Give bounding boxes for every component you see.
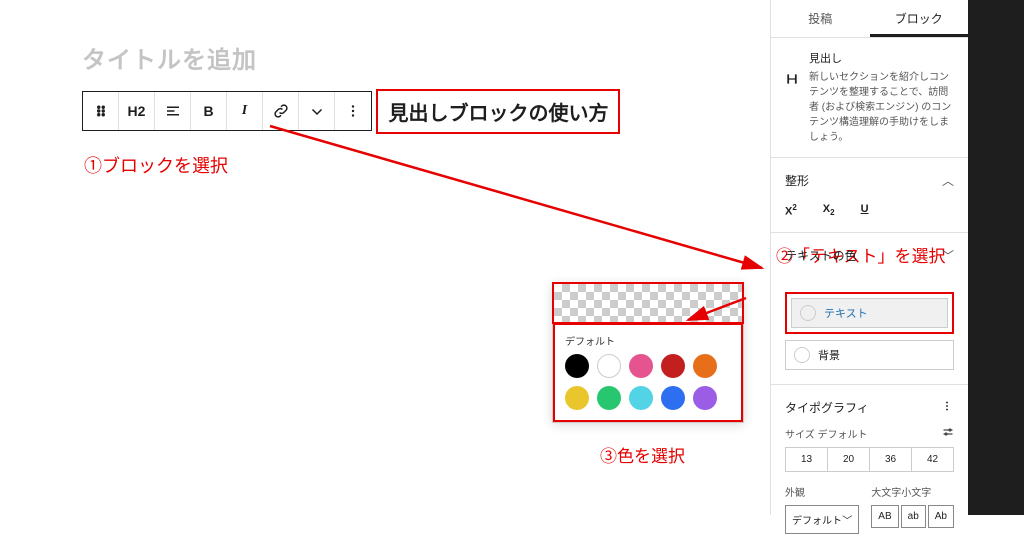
letter-case-option[interactable]: ab [901, 505, 926, 528]
appearance-label: 外観 [785, 484, 859, 499]
panel-text-color: テキストの色 ﹀ テキスト 背景 [771, 233, 968, 385]
panel-typography: タイポグラフィ サイズ デフォルト 13203642 外観 デフォルト ﹀ 大文… [771, 385, 968, 548]
color-option-background[interactable]: 背景 [785, 340, 954, 370]
annotation-1: ①ブロックを選択 [84, 152, 228, 178]
swatch-group-label: デフォルト [565, 333, 731, 348]
letter-case-label: 大文字小文字 [871, 484, 954, 499]
color-preview-transparent[interactable] [552, 282, 744, 324]
annotation-3: ③色を選択 [600, 442, 685, 467]
link-button[interactable] [263, 92, 299, 130]
align-button[interactable] [155, 92, 191, 130]
bold-button[interactable]: B [191, 92, 227, 130]
color-swatch[interactable] [661, 354, 685, 378]
color-swatch[interactable] [629, 354, 653, 378]
font-size-presets: 13203642 [785, 447, 954, 472]
color-option-text[interactable]: テキスト [791, 298, 948, 328]
typography-options-icon[interactable] [940, 399, 954, 416]
subscript-button[interactable]: X2 [823, 203, 835, 218]
color-picker-popover: デフォルト [552, 282, 744, 423]
font-size-option[interactable]: 42 [912, 448, 953, 471]
panel-text-color-header[interactable]: テキストの色 ﹀ [785, 247, 954, 264]
post-title-placeholder[interactable]: タイトルを追加 [82, 40, 770, 75]
color-swatch[interactable] [565, 386, 589, 410]
size-settings-icon[interactable] [942, 426, 954, 441]
tab-post[interactable]: 投稿 [771, 0, 870, 37]
chevron-down-icon: ﹀ [942, 247, 954, 264]
sidebar-tabs: 投稿 ブロック [771, 0, 968, 38]
heading-level-button[interactable]: H2 [119, 92, 155, 130]
letter-case-option[interactable]: AB [871, 505, 898, 528]
bg-color-swatch-icon [794, 347, 810, 363]
more-dropdown-button[interactable] [299, 92, 335, 130]
text-color-swatch-icon [800, 305, 816, 321]
color-swatch[interactable] [693, 386, 717, 410]
color-swatch[interactable] [693, 354, 717, 378]
font-size-option[interactable]: 36 [870, 448, 912, 471]
color-swatch[interactable] [661, 386, 685, 410]
superscript-button[interactable]: X2 [785, 203, 797, 218]
color-swatch[interactable] [597, 386, 621, 410]
heading-block[interactable]: 見出しブロックの使い方 [376, 89, 620, 134]
color-swatch[interactable] [565, 354, 589, 378]
italic-button[interactable]: I [227, 92, 263, 130]
chevron-up-icon: ︿ [942, 172, 954, 189]
block-description-panel: 見出し 新しいセクションを紹介しコンテンツを整理することで、訪問者 (および検索… [771, 38, 968, 158]
right-rail [968, 0, 1024, 515]
color-swatch[interactable] [597, 354, 621, 378]
options-button[interactable] [335, 92, 371, 130]
settings-sidebar: 投稿 ブロック 見出し 新しいセクションを紹介しコンテンツを整理することで、訪問… [770, 0, 968, 515]
font-size-option[interactable]: 20 [828, 448, 870, 471]
drag-handle-icon[interactable] [83, 92, 119, 130]
underline-button[interactable]: U [861, 203, 869, 218]
chevron-down-icon: ﹀ [842, 512, 852, 527]
panel-typography-header[interactable]: タイポグラフィ [785, 399, 869, 416]
block-help-text: 新しいセクションを紹介しコンテンツを整理することで、訪問者 (および検索エンジン… [809, 70, 954, 145]
tab-block[interactable]: ブロック [870, 0, 969, 37]
letter-case-option[interactable]: Ab [928, 505, 954, 528]
heading-block-icon [785, 72, 799, 86]
panel-format: 整形 ︿ X2 X2 U [771, 158, 968, 233]
panel-format-header[interactable]: 整形 ︿ [785, 172, 954, 189]
appearance-select[interactable]: デフォルト ﹀ [785, 505, 859, 534]
color-swatch[interactable] [629, 386, 653, 410]
block-toolbar: H2 B I [82, 91, 372, 131]
font-size-option[interactable]: 13 [786, 448, 828, 471]
block-name: 見出し [809, 50, 954, 66]
